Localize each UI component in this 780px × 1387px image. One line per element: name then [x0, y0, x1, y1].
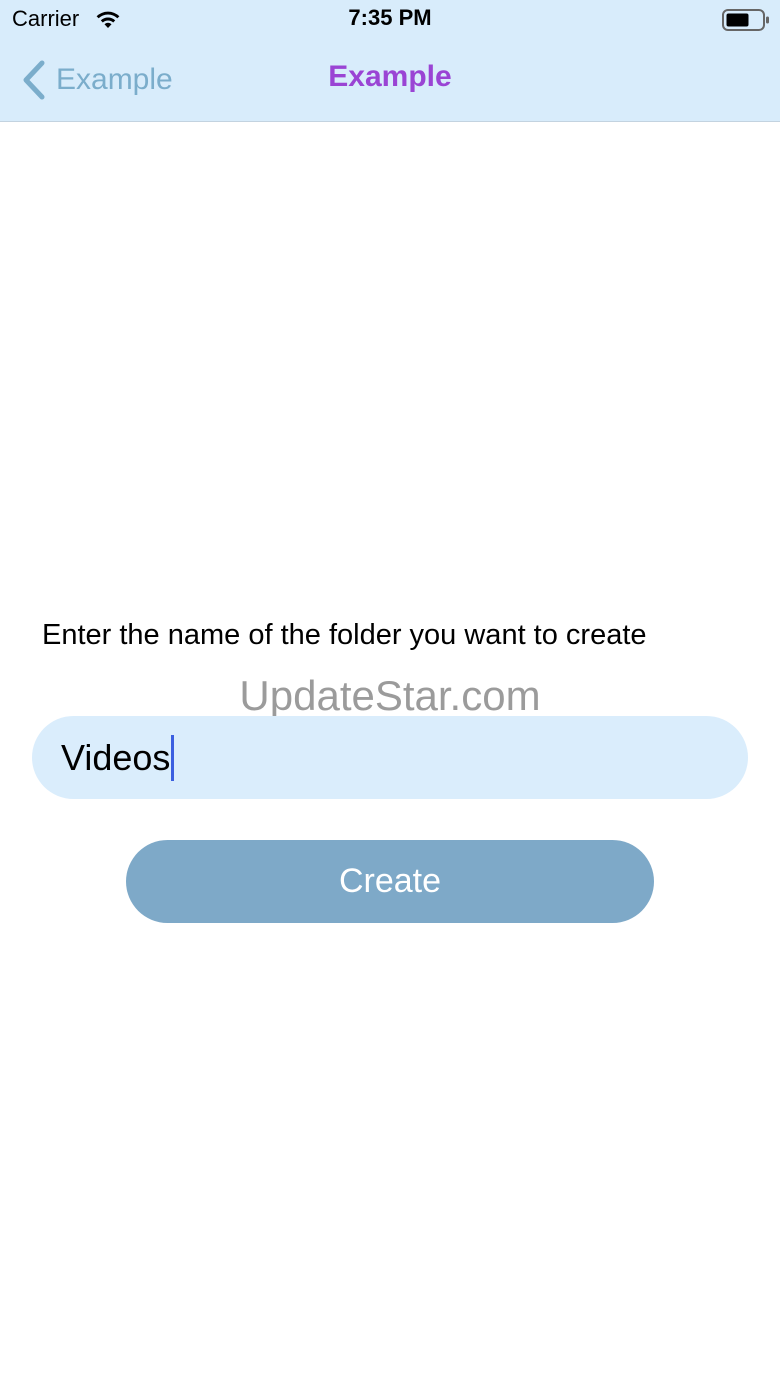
navigation-bar: Example Example [0, 40, 780, 121]
page-title: Example [328, 60, 452, 93]
text-cursor [171, 734, 175, 781]
status-bar: Carrier 7:35 PM [0, 0, 780, 40]
folder-prompt-label: Enter the name of the folder you want to… [42, 619, 647, 651]
create-button[interactable]: Create [126, 840, 654, 923]
folder-name-value: Videos [61, 736, 171, 778]
clock: 7:35 PM [348, 5, 432, 30]
battery-icon [722, 9, 769, 31]
folder-name-field[interactable]: Videos [32, 716, 748, 799]
watermark: UpdateStar.com [239, 672, 541, 719]
top-bar: Carrier 7:35 PM Example Example [0, 0, 780, 122]
